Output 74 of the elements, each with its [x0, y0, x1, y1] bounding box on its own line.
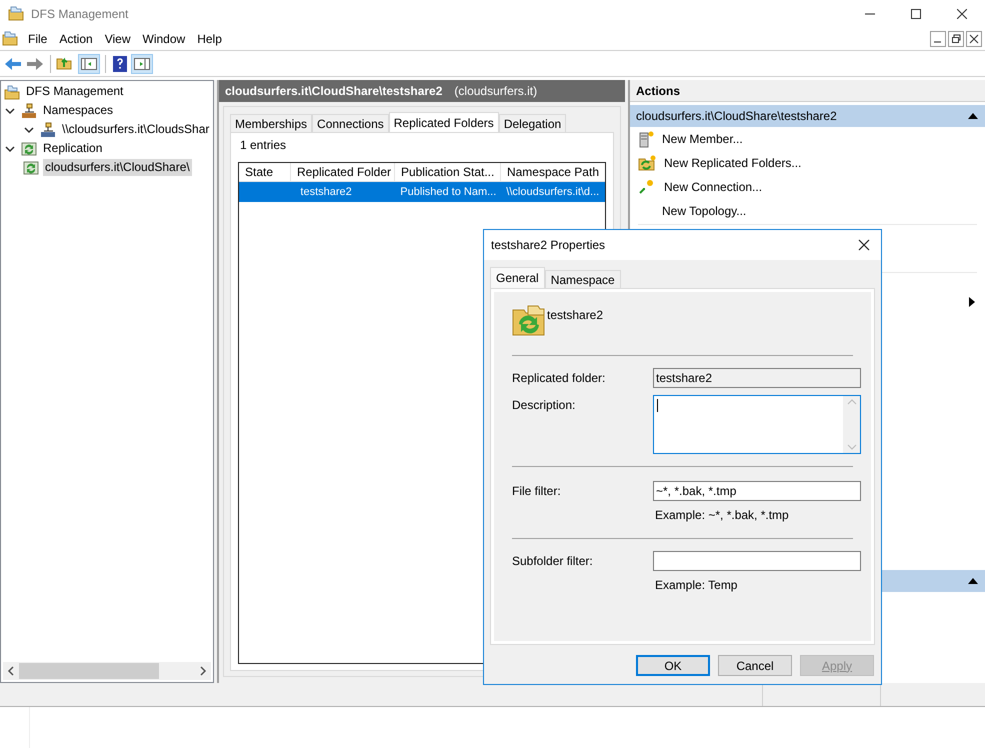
field-label: Description:	[512, 397, 576, 414]
menu-item[interactable]: Action	[53, 30, 99, 48]
menu-item[interactable]: File	[22, 30, 54, 48]
scrollbar-thumb[interactable]	[19, 663, 159, 679]
close-icon	[957, 9, 967, 19]
app-icon	[2, 31, 18, 47]
dialog-button[interactable]: OK	[636, 655, 710, 676]
server-icon	[638, 130, 654, 148]
tab[interactable]: Namespace	[544, 270, 621, 288]
example-hint: Example: Temp	[654, 577, 738, 594]
tab[interactable]: Delegation	[498, 114, 566, 132]
column-header[interactable]: Replicated Folder	[290, 163, 395, 181]
menu-item[interactable]: Window	[136, 30, 192, 48]
pane-subtitle: (cloudsurfers.it)	[454, 83, 538, 100]
pane-toggle-icon	[78, 54, 100, 74]
field-label: File filter:	[512, 483, 562, 500]
menu-item[interactable]: Help	[191, 30, 228, 48]
restore-icon	[948, 31, 964, 47]
tab[interactable]: Memberships	[230, 114, 312, 132]
tree-icon	[21, 102, 37, 118]
scroll-up-icon	[846, 398, 856, 406]
tree-item[interactable]: cloudsurfers.it\CloudShare\	[43, 159, 192, 176]
window-title: DFS Management	[31, 6, 128, 23]
help-icon	[111, 54, 129, 72]
menu-item[interactable]: View	[98, 30, 136, 48]
minimize-icon	[930, 31, 946, 47]
column-header[interactable]: State	[239, 163, 291, 181]
tab[interactable]: General	[490, 267, 545, 288]
tree-item[interactable]: Replication	[41, 140, 104, 157]
table-cell-text: \\cloudsurfers.it\d...	[505, 185, 600, 200]
tree-item[interactable]: DFS Management	[24, 83, 126, 100]
dialog-button[interactable]: Cancel	[718, 655, 792, 676]
action-link[interactable]: New Member...	[662, 130, 743, 148]
pane-toggle-icon	[131, 54, 153, 74]
pane-title: cloudsurfers.it\CloudShare\testshare2	[225, 83, 442, 100]
table-cell-text: testshare2	[299, 185, 353, 200]
sync-icon	[21, 140, 37, 156]
vertical-scrollbar[interactable]	[843, 396, 860, 453]
tab[interactable]: Connections	[312, 114, 389, 132]
description-field[interactable]	[653, 395, 861, 454]
tree-item[interactable]: \\cloudsurfers.it\CloudsShar	[60, 121, 212, 138]
example-hint: Example: ~*, *.bak, *.tmp	[654, 507, 790, 524]
submenu-arrow-icon	[969, 297, 975, 307]
sync-icon	[23, 160, 39, 176]
column-header[interactable]: Publication Stat...	[394, 163, 501, 181]
entry-count: 1 entries	[239, 137, 288, 154]
field-label: Replicated folder:	[512, 370, 606, 387]
scroll-down-icon	[846, 443, 856, 451]
group-title: cloudsurfers.it\CloudShare\testshare2	[636, 108, 837, 125]
action-link[interactable]: New Topology...	[662, 202, 746, 220]
table-row[interactable]: testshare2 Published to Nam... \\cloudsurfers.it\d...	[239, 182, 605, 202]
column-header[interactable]: Namespace Path	[500, 163, 605, 181]
action-link[interactable]: New Connection...	[664, 178, 762, 196]
tab[interactable]: Replicated Folders	[388, 112, 499, 132]
pane-title: Actions	[636, 82, 680, 100]
field-label: Subfolder filter:	[512, 553, 594, 570]
group-header[interactable]: cloudsurfers.it\CloudShare\testshare2	[630, 105, 985, 127]
input-field[interactable]: ~*, *.bak, *.tmp	[653, 481, 861, 501]
folder-name: testshare2	[547, 307, 604, 324]
tree-item[interactable]: Namespaces	[41, 102, 116, 119]
folders-icon	[4, 84, 20, 100]
tree-icon	[40, 122, 56, 138]
input-field[interactable]	[653, 551, 861, 571]
app-icon	[8, 6, 24, 22]
maximize-icon	[911, 9, 921, 19]
horizontal-scrollbar[interactable]	[3, 662, 211, 680]
table-cell-text: Published to Nam...	[399, 185, 498, 200]
dialog-title: testshare2 Properties	[491, 237, 606, 254]
action-link[interactable]: New Replicated Folders...	[664, 154, 802, 172]
folder-sync-icon	[638, 154, 656, 172]
close-icon	[966, 31, 982, 47]
connection-icon	[638, 178, 656, 196]
close-icon	[858, 239, 870, 251]
input-field[interactable]: testshare2	[653, 368, 861, 388]
